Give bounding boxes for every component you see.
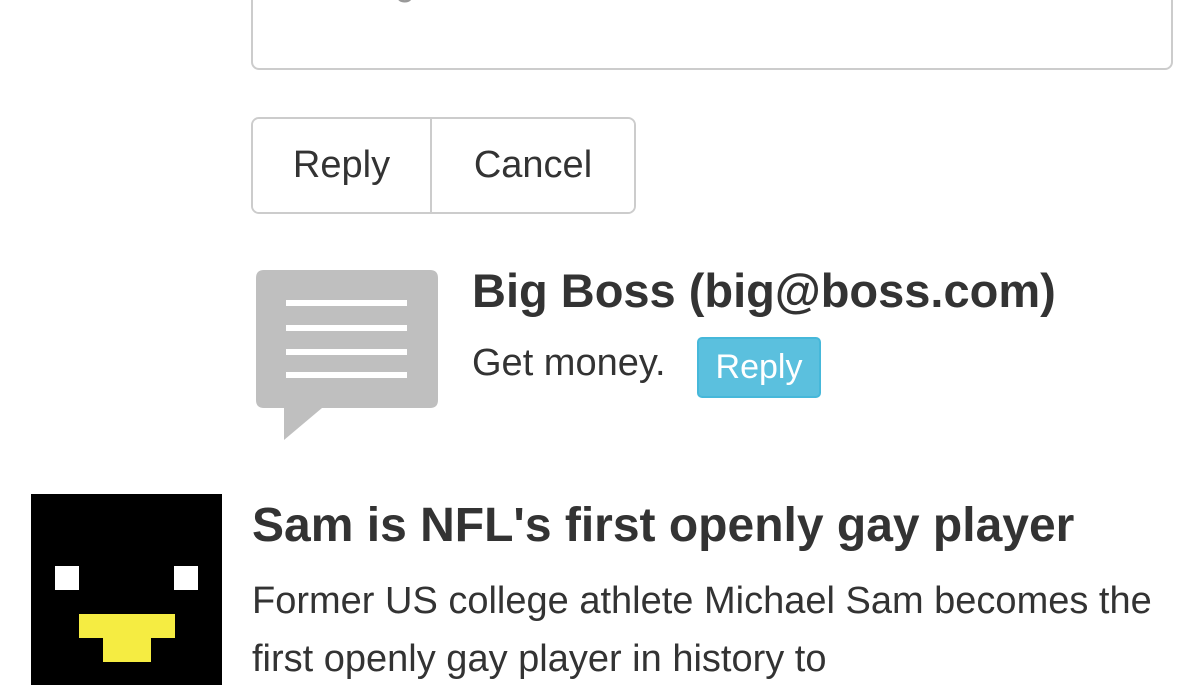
reply-form-button-group: Reply Cancel bbox=[251, 117, 636, 214]
cancel-button[interactable]: Cancel bbox=[432, 119, 634, 212]
pixel-penguin-avatar bbox=[31, 494, 222, 685]
comment-reply-button[interactable]: Reply bbox=[697, 337, 821, 398]
news-body: Former US college athlete Michael Sam be… bbox=[252, 580, 1152, 680]
reply-button[interactable]: Reply bbox=[253, 119, 432, 212]
message-input[interactable] bbox=[251, 0, 1173, 70]
comment-bubble-icon bbox=[256, 270, 438, 440]
comment-text: Get money. bbox=[472, 342, 666, 384]
comment-author: Big Boss (big@boss.com) bbox=[472, 264, 1056, 317]
page: Reply Cancel Big Boss (big@boss.com) Get… bbox=[0, 0, 1202, 690]
news-title[interactable]: Sam is NFL's first openly gay player bbox=[252, 496, 1074, 556]
